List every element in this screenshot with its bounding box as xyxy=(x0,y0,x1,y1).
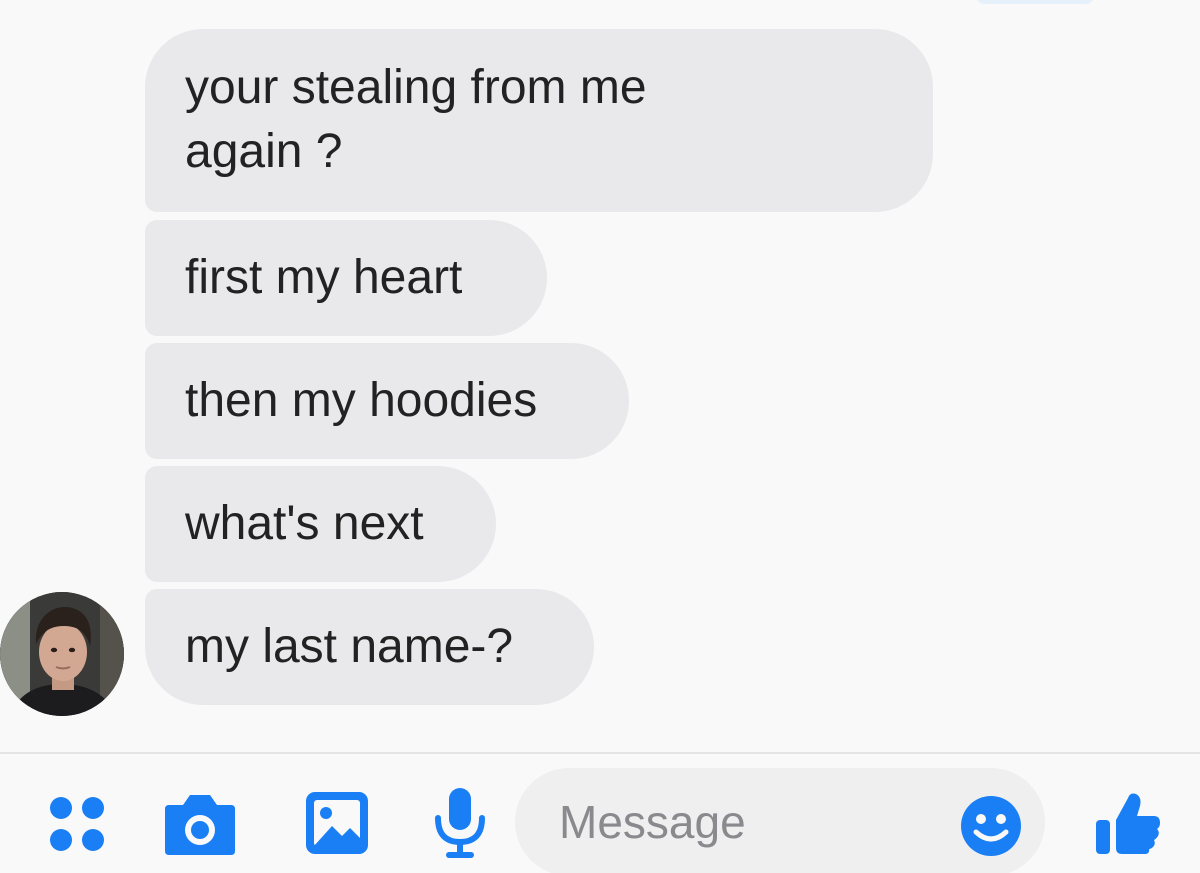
emoji-icon[interactable] xyxy=(959,794,1023,858)
message-bubble[interactable]: then my hoodies xyxy=(145,343,629,459)
gallery-icon[interactable] xyxy=(304,790,370,856)
chat-screen: your stealing from me again ? first my h… xyxy=(0,0,1200,873)
avatar-photo xyxy=(0,592,124,716)
camera-icon[interactable] xyxy=(163,791,237,857)
message-bubble[interactable]: my last name-? xyxy=(145,589,594,705)
avatar[interactable] xyxy=(0,592,124,716)
message-bubble[interactable]: what's next xyxy=(145,466,496,582)
thumbs-up-icon[interactable] xyxy=(1094,790,1162,858)
more-icon[interactable] xyxy=(47,794,107,854)
message-bubble[interactable]: your stealing from me again ? xyxy=(145,29,933,212)
microphone-icon[interactable] xyxy=(432,786,488,862)
message-bubble[interactable]: first my heart xyxy=(145,220,547,336)
message-thread: your stealing from me again ? first my h… xyxy=(0,0,1200,752)
composer-bar xyxy=(0,754,1200,873)
